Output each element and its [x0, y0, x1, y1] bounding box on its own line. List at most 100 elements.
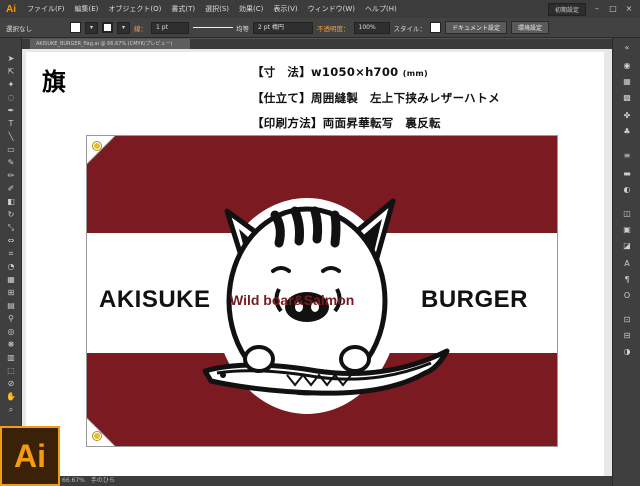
menu-view[interactable]: 表示(V): [268, 4, 302, 14]
document-tab-bar: AKISUKE_BURGER_flag.ai @ 66.67% (CMYK/プレ…: [22, 39, 612, 49]
current-tool-status: 手のひら: [90, 477, 115, 484]
menu-edit[interactable]: 編集(E): [70, 4, 104, 14]
stroke-weight-field[interactable]: 1 pt: [151, 21, 190, 34]
opacity-label[interactable]: 不透明度：: [317, 23, 350, 33]
spec-size: 【寸 法】w1050×h700 (mm): [252, 64, 428, 80]
artboard: 旗 【寸 法】w1050×h700 (mm) 【仕立て】周囲縫製 左上下挟みレザ…: [26, 52, 604, 476]
symbol-sprayer-tool-icon[interactable]: ❋: [6, 340, 16, 350]
artboard-tool-icon[interactable]: ⬚: [6, 366, 16, 376]
zoom-tool-icon[interactable]: ⌕: [6, 405, 16, 415]
stroke-dropdown[interactable]: ▾: [117, 21, 131, 34]
transform-panel-icon[interactable]: ⊡: [622, 314, 632, 324]
control-bar: 選択なし ▾ ▾ 線： 1 pt 均等 2 pt 楕円 不透明度： 100% ス…: [0, 18, 640, 38]
status-bar: 66.67% 手のひら: [0, 476, 612, 486]
spec-size-unit: (mm): [402, 69, 428, 78]
paintbrush-tool-icon[interactable]: ✎: [6, 158, 16, 168]
pen-tool-icon[interactable]: ✒: [6, 106, 16, 116]
rotate-tool-icon[interactable]: ↻: [6, 210, 16, 220]
menu-object[interactable]: オブジェクト(O): [103, 4, 166, 14]
illustrator-logo-icon: Ai: [0, 426, 60, 486]
grommet-bottom: [93, 432, 101, 440]
menu-file[interactable]: ファイル(F): [22, 4, 70, 14]
color-guide-icon[interactable]: ▦: [622, 76, 632, 86]
corner-fold-bottom: [87, 418, 115, 446]
corner-fold-top: [87, 136, 115, 164]
lasso-tool-icon[interactable]: ◌: [6, 93, 16, 103]
grommet-top: [93, 142, 101, 150]
menu-effect[interactable]: 効果(C): [234, 4, 268, 14]
line-tool-icon[interactable]: ╲: [6, 132, 16, 142]
stroke-panel-icon[interactable]: ≡: [622, 150, 632, 160]
brush-dropdown[interactable]: 2 pt 楕円: [253, 21, 314, 34]
scale-tool-icon[interactable]: ⤡: [6, 223, 16, 233]
flag-design: AKISUKE BURGER Wild boar&Salmon: [86, 135, 558, 447]
menu-select[interactable]: 選択(S): [200, 4, 234, 14]
panel-collapse-icon[interactable]: «: [622, 42, 632, 52]
fill-dropdown[interactable]: ▾: [85, 21, 99, 34]
panel-dock: « ◉ ▦ ▩ ✤ ♣ ≡ ▬ ◐ ◫ ▣ ◪ A ¶ O ⊡ ⊟ ◑: [612, 38, 640, 486]
menu-bar: Ai ファイル(F) 編集(E) オブジェクト(O) 書式(T) 選択(S) 効…: [0, 0, 640, 18]
symbols-panel-icon[interactable]: ♣: [622, 126, 632, 136]
pencil-tool-icon[interactable]: ✏: [6, 171, 16, 181]
appearance-panel-icon[interactable]: ◫: [622, 208, 632, 218]
tagline: Wild boar&Salmon: [230, 292, 355, 308]
menu-type[interactable]: 書式(T): [166, 4, 200, 14]
zoom-readout[interactable]: 66.67%: [62, 476, 85, 486]
graph-tool-icon[interactable]: ▥: [6, 353, 16, 363]
opacity-field[interactable]: 100%: [353, 21, 390, 34]
canvas-area[interactable]: 旗 【寸 法】w1050×h700 (mm) 【仕立て】周囲縫製 左上下挟みレザ…: [22, 49, 612, 476]
slice-tool-icon[interactable]: ⊘: [6, 379, 16, 389]
gradient-tool-icon[interactable]: ▤: [6, 301, 16, 311]
pathfinder-panel-icon[interactable]: ◑: [622, 346, 632, 356]
stroke-label[interactable]: 線：: [134, 23, 147, 33]
stroke-swatch[interactable]: [102, 22, 114, 33]
brand-name-left: AKISUKE: [99, 286, 211, 313]
width-tool-icon[interactable]: ⇔: [6, 236, 16, 246]
tools-panel: ➤ ⇱ ✦ ◌ ✒ T ╲ ▭ ✎ ✏ ✐ ◧ ↻ ⤡ ⇔ ⌗ ◔ ▦ ⊞ ▤ …: [0, 38, 22, 436]
gradient-panel-icon[interactable]: ▬: [622, 168, 632, 178]
style-swatch[interactable]: [430, 22, 442, 33]
magic-wand-tool-icon[interactable]: ✦: [6, 80, 16, 90]
workspace-switcher[interactable]: 初期設定: [547, 2, 586, 16]
close-icon[interactable]: ×: [624, 4, 634, 14]
opentype-panel-icon[interactable]: O: [622, 290, 632, 300]
minimize-icon[interactable]: –: [592, 4, 602, 14]
direct-selection-tool-icon[interactable]: ⇱: [6, 67, 16, 77]
hand-tool-icon[interactable]: ✋: [6, 392, 16, 402]
layers-panel-icon[interactable]: ◪: [622, 240, 632, 250]
selection-tool-icon[interactable]: ➤: [6, 54, 16, 64]
brushes-panel-icon[interactable]: ✤: [622, 110, 632, 120]
type-tool-icon[interactable]: T: [6, 119, 16, 129]
swatches-panel-icon[interactable]: ▩: [622, 92, 632, 102]
paragraph-panel-icon[interactable]: ¶: [622, 274, 632, 284]
shape-builder-tool-icon[interactable]: ◔: [6, 262, 16, 272]
blob-brush-tool-icon[interactable]: ✐: [6, 184, 16, 194]
mesh-tool-icon[interactable]: ⊞: [6, 288, 16, 298]
transparency-panel-icon[interactable]: ◐: [622, 184, 632, 194]
stroke-style-preview[interactable]: 均等: [193, 23, 249, 33]
eyedropper-tool-icon[interactable]: ⚲: [6, 314, 16, 324]
color-panel-icon[interactable]: ◉: [622, 60, 632, 70]
character-panel-icon[interactable]: A: [622, 258, 632, 268]
app-logo-icon: Ai: [6, 3, 16, 15]
eraser-tool-icon[interactable]: ◧: [6, 197, 16, 207]
menu-help[interactable]: ヘルプ(H): [360, 4, 402, 14]
brand-name-right: BURGER: [421, 286, 529, 313]
page-title: 旗: [42, 67, 66, 96]
rectangle-tool-icon[interactable]: ▭: [6, 145, 16, 155]
document-setup-button[interactable]: ドキュメント設定: [445, 21, 508, 34]
fill-swatch[interactable]: [70, 22, 81, 33]
align-panel-icon[interactable]: ⊟: [622, 330, 632, 340]
style-label: スタイル：: [393, 24, 427, 33]
spec-size-text: 【寸 法】w1050×h700: [252, 65, 399, 79]
maximize-icon[interactable]: □: [608, 4, 618, 14]
menu-window[interactable]: ウィンドウ(W): [303, 4, 360, 14]
perspective-grid-tool-icon[interactable]: ▦: [6, 275, 16, 285]
stroke-style-label: 均等: [236, 24, 250, 33]
graphic-styles-panel-icon[interactable]: ▣: [622, 224, 632, 234]
free-transform-tool-icon[interactable]: ⌗: [6, 249, 16, 259]
illustrator-window: Ai ファイル(F) 編集(E) オブジェクト(O) 書式(T) 選択(S) 効…: [0, 0, 640, 486]
blend-tool-icon[interactable]: ◎: [6, 327, 16, 337]
preferences-button[interactable]: 環境設定: [511, 21, 550, 34]
document-tab[interactable]: AKISUKE_BURGER_flag.ai @ 66.67% (CMYK/プレ…: [30, 39, 190, 49]
